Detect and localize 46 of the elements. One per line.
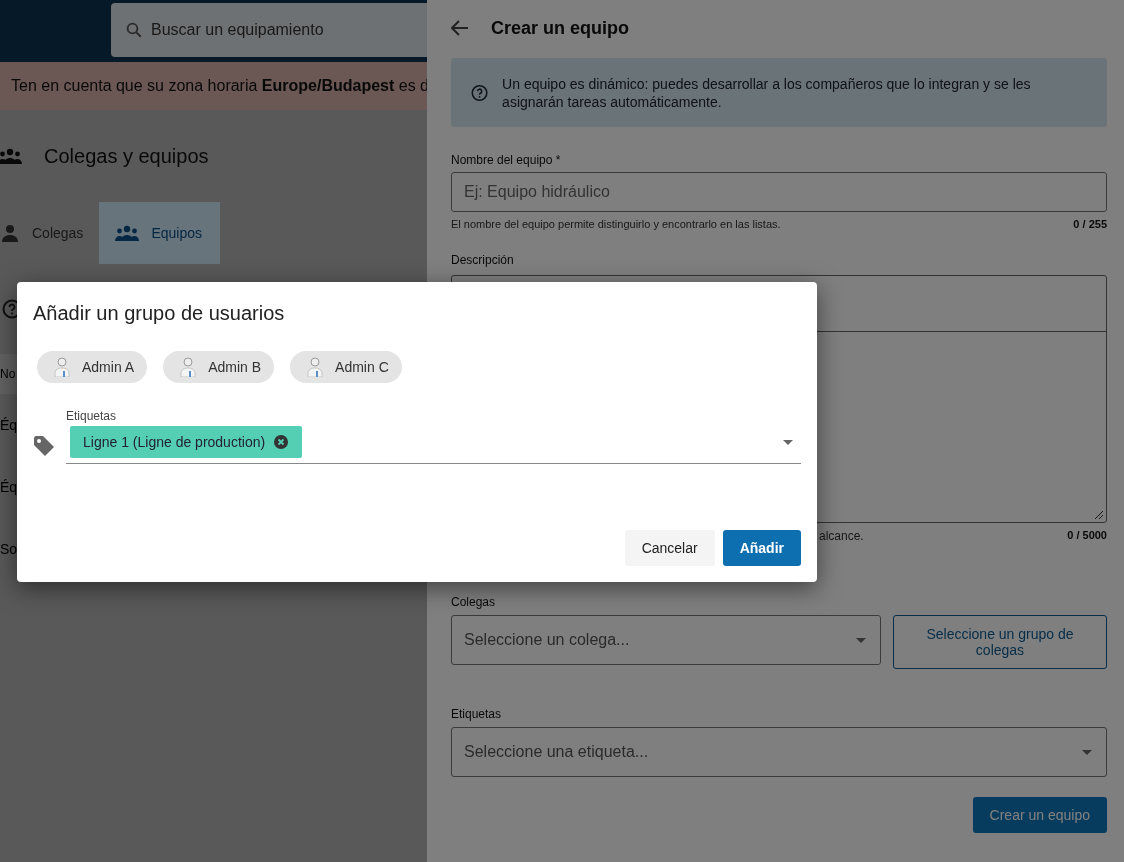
tag-select[interactable]: Seleccione una etiqueta... <box>451 727 1107 777</box>
colleague-select[interactable]: Seleccione un colega... <box>451 615 881 665</box>
caret-icon <box>783 439 793 445</box>
field-hint: El nombre del equipo permite distinguirlo y encontrarlo en las listas. <box>451 218 781 230</box>
back-arrow-icon[interactable] <box>451 20 469 36</box>
tab[interactable]: Equipos <box>99 202 220 264</box>
user-chip[interactable]: Admin B <box>163 351 275 383</box>
group-icon <box>115 225 140 241</box>
team-name-field[interactable]: Ej: Equipo hidráulico <box>451 172 1107 212</box>
drawer-title: Crear un equipo <box>491 17 629 39</box>
info-text: Un equipo es dinámico: puedes desarrollar a los compañeros que lo integran y se les asignarán tareas automáticamente. <box>502 74 1032 111</box>
person-icon <box>0 223 20 243</box>
remove-icon[interactable] <box>274 435 289 449</box>
tag-field[interactable]: Ligne 1 (Ligne de production) <box>66 424 801 464</box>
character-counter: 0 / 255 <box>1073 218 1107 230</box>
field-hint: alcance. <box>819 529 864 543</box>
group-icon <box>0 148 22 164</box>
field-label: Etiquetas <box>451 707 503 721</box>
page-title: Colegas y equipos <box>44 144 209 168</box>
select-group-button[interactable]: Seleccione un grupo de colegas <box>893 615 1107 669</box>
timezone-notice: Ten en cuenta que su zona horaria Europe/Budapest es d <box>11 77 427 95</box>
field-label: Colegas <box>451 595 497 609</box>
user-icon <box>307 357 324 377</box>
dialog-title: Añadir un grupo de usuarios <box>33 302 286 325</box>
character-counter: 0 / 5000 <box>1067 529 1107 543</box>
user-chip[interactable]: Admin A <box>37 351 148 383</box>
search-icon <box>125 21 143 39</box>
table-cell: So <box>0 541 18 557</box>
table-cell: Éq <box>0 479 18 495</box>
resize-grip-icon[interactable] <box>1094 510 1103 519</box>
add-button[interactable]: Añadir <box>722 530 801 566</box>
field-label: Nombre del equipo * <box>451 153 562 167</box>
caret-icon <box>1082 749 1092 755</box>
tag-icon <box>33 435 55 457</box>
user-icon <box>180 357 197 377</box>
user-chip[interactable]: Admin C <box>290 351 402 383</box>
table-cell: Éq <box>0 417 18 433</box>
column-header: No <box>0 367 16 381</box>
tag-chip[interactable]: Ligne 1 (Ligne de production) <box>70 426 303 458</box>
search-field[interactable]: Buscar un equipamiento <box>111 3 427 57</box>
user-icon <box>54 357 70 377</box>
caret-icon <box>856 637 866 643</box>
field-label: Descripción <box>451 253 515 267</box>
create-team-button[interactable]: Crear un equipo <box>972 797 1107 833</box>
cancel-button[interactable]: Cancelar <box>624 530 715 566</box>
field-label: Etiquetas <box>66 409 118 423</box>
